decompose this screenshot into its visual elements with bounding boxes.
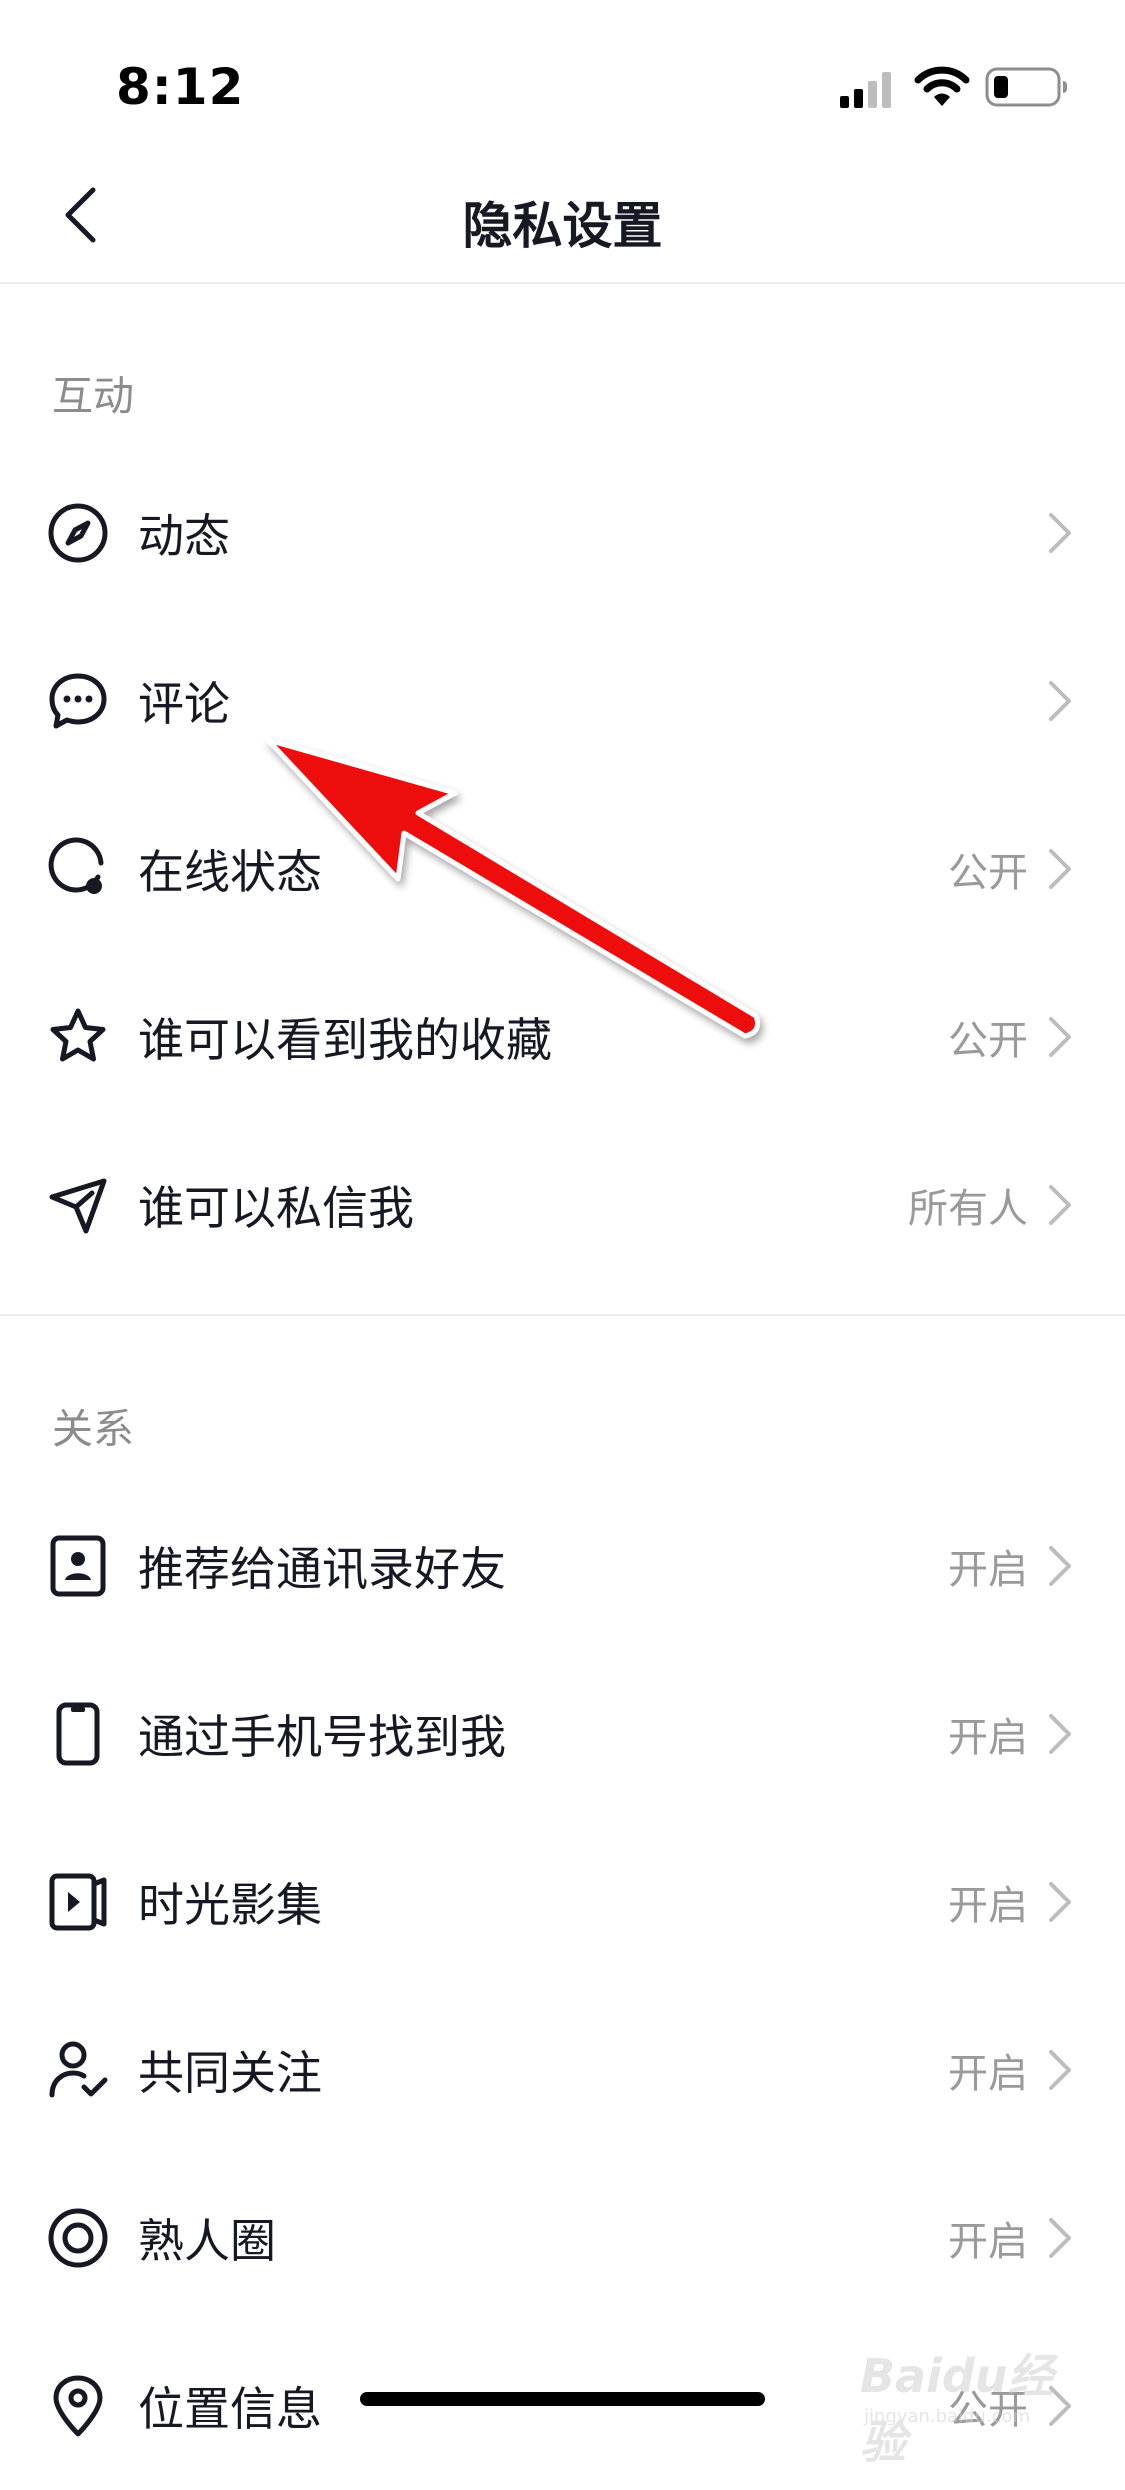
send-icon	[46, 1173, 110, 1237]
phone-icon	[46, 1702, 110, 1766]
row-label: 谁可以看到我的收藏	[138, 1013, 552, 1067]
row-value: 所有人	[908, 1186, 1028, 1232]
row-direct-message[interactable]: 谁可以私信我 所有人	[0, 1121, 1125, 1289]
row-value: 开启	[948, 2219, 1028, 2265]
row-label: 推荐给通讯录好友	[138, 1542, 506, 1596]
comment-icon	[46, 669, 110, 733]
battery-icon	[985, 67, 1067, 107]
row-label: 谁可以私信我	[138, 1181, 414, 1235]
row-value: 开启	[948, 2051, 1028, 2097]
chevron-right-icon	[1049, 2050, 1071, 2090]
chevron-right-icon	[1049, 1882, 1071, 1922]
row-favorites-visibility[interactable]: 谁可以看到我的收藏 公开	[0, 953, 1125, 1121]
row-moments[interactable]: 动态	[0, 449, 1125, 617]
row-comments[interactable]: 评论	[0, 617, 1125, 785]
chevron-right-icon	[1049, 1017, 1071, 1057]
home-indicator[interactable]	[360, 2392, 765, 2406]
row-label: 通过手机号找到我	[138, 1710, 506, 1764]
row-value: 开启	[948, 1547, 1028, 1593]
circle-icon	[46, 2206, 110, 2270]
watermark-logo: Baidu经验 jingyan.baidu.com	[860, 2320, 1080, 2469]
chevron-right-icon	[1049, 513, 1071, 553]
row-value: 公开	[948, 850, 1028, 896]
row-value: 开启	[948, 1883, 1028, 1929]
row-label: 熟人圈	[138, 2214, 276, 2268]
chevron-right-icon	[1049, 1546, 1071, 1586]
row-label: 位置信息	[138, 2382, 322, 2436]
row-find-by-phone[interactable]: 通过手机号找到我 开启	[0, 1650, 1125, 1818]
row-time-album[interactable]: 时光影集 开启	[0, 1818, 1125, 1986]
row-acquaintance-circle[interactable]: 熟人圈 开启	[0, 2154, 1125, 2322]
online-status-icon	[46, 837, 110, 901]
row-value: 开启	[948, 1715, 1028, 1761]
status-time: 8:12	[116, 58, 245, 116]
row-label: 时光影集	[138, 1878, 322, 1932]
star-icon	[46, 1005, 110, 1069]
compass-icon	[46, 501, 110, 565]
section-divider	[0, 1314, 1125, 1316]
row-online-status[interactable]: 在线状态 公开	[0, 785, 1125, 953]
section-title-interaction: 互动	[52, 372, 134, 420]
status-bar: 8:12	[0, 0, 1125, 150]
row-label: 在线状态	[138, 845, 322, 899]
wifi-icon	[914, 66, 970, 106]
section-title-relations: 关系	[52, 1405, 134, 1453]
chevron-right-icon	[1049, 849, 1071, 889]
chevron-right-icon	[1049, 2218, 1071, 2258]
contact-card-icon	[46, 1534, 110, 1598]
row-label: 评论	[138, 677, 230, 731]
album-icon	[46, 1870, 110, 1934]
user-check-icon	[46, 2038, 110, 2102]
row-mutual-follow[interactable]: 共同关注 开启	[0, 1986, 1125, 2154]
row-label: 共同关注	[138, 2046, 322, 2100]
chevron-right-icon	[1049, 681, 1071, 721]
row-recommend-contacts[interactable]: 推荐给通讯录好友 开启	[0, 1482, 1125, 1650]
page-title: 隐私设置	[462, 197, 663, 255]
location-pin-icon	[46, 2374, 110, 2438]
watermark-sub: jingyan.baidu.com	[864, 2406, 1031, 2427]
row-value: 公开	[948, 1018, 1028, 1064]
chevron-right-icon	[1049, 1714, 1071, 1754]
nav-bar: 隐私设置	[0, 150, 1125, 284]
cellular-signal-icon	[840, 72, 891, 108]
chevron-right-icon	[1049, 1185, 1071, 1225]
row-label: 动态	[138, 509, 230, 563]
